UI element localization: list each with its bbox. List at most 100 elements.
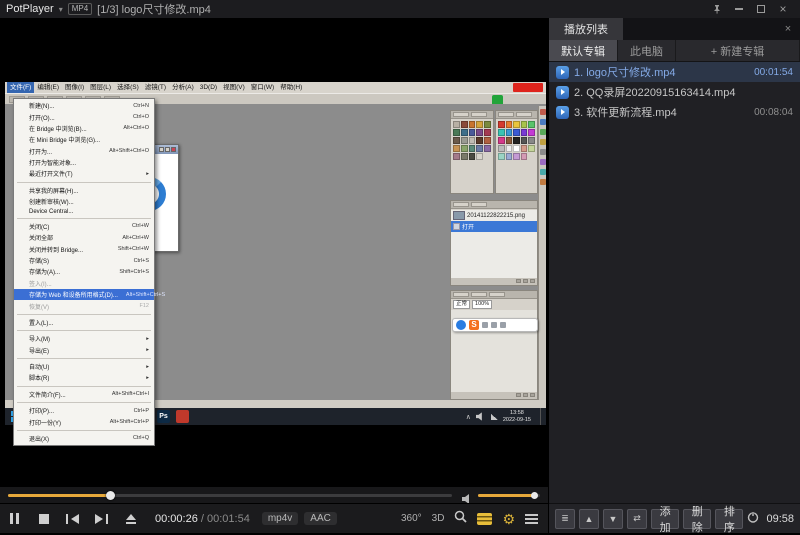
delete-button[interactable]: 删除 (683, 509, 711, 529)
minimize-button[interactable] (728, 0, 750, 18)
view-3d-button[interactable]: 3D (432, 513, 445, 524)
move-down-button[interactable]: ▼ (603, 509, 623, 529)
maximize-button[interactable] (750, 0, 772, 18)
panel-header (451, 111, 493, 119)
swatch (476, 145, 483, 152)
menu-item: 脚本(R)▸ (14, 372, 154, 383)
app-name[interactable]: PotPlayer (6, 3, 54, 15)
wrench-icon (500, 322, 506, 328)
media-file-icon (556, 86, 569, 99)
pin-icon (712, 4, 722, 14)
stop-button[interactable] (29, 504, 58, 534)
ps-menubar-item: 文件(F) (7, 82, 34, 93)
chevron-down-icon[interactable]: ▾ (59, 5, 63, 14)
ps-menubar-item: 选择(S) (114, 82, 142, 93)
volume-handle[interactable] (531, 492, 538, 499)
video-display[interactable]: 文件(F)编辑(E)图像(I)图层(L)选择(S)滤镜(T)分析(A)3D(D)… (0, 18, 548, 487)
playlist-item-duration: 00:01:54 (754, 67, 793, 78)
playlist-item[interactable]: 1. logo尺寸修改.mp400:01:54 (549, 62, 800, 82)
sort-button[interactable]: 排序 (715, 509, 743, 529)
opacity-value: 100% (472, 300, 492, 309)
network-icon (491, 414, 498, 420)
list-mode-button[interactable]: ≣ (555, 509, 575, 529)
always-on-top-button[interactable] (706, 0, 728, 18)
panel-tab (471, 112, 487, 117)
ps-window-in-video: 文件(F)编辑(E)图像(I)图层(L)选择(S)滤镜(T)分析(A)3D(D)… (5, 82, 546, 408)
menu-item: Device Central... (14, 207, 154, 215)
volume-bar[interactable] (478, 494, 540, 497)
ps-menubar-item: 视图(V) (220, 82, 248, 93)
menu-item-label: 导出(E) (29, 346, 49, 355)
menu-item: 打印一份(Y)Alt+Shift+Ctrl+P (14, 416, 154, 427)
move-up-button[interactable]: ▲ (579, 509, 599, 529)
menu-item-label: 关闭全部 (29, 233, 53, 242)
menu-item-label: 存储(S) (29, 256, 49, 265)
seek-handle[interactable] (106, 491, 115, 500)
settings-button[interactable]: ⚙ (502, 512, 515, 526)
menu-item: 导入(M)▸ (14, 333, 154, 344)
search-button[interactable] (454, 510, 467, 528)
add-button[interactable]: 添加 (651, 509, 679, 529)
panel-close-button[interactable]: × (776, 18, 800, 40)
taskbar-date: 2022-09-15 (503, 417, 531, 424)
taskbar-clock: 13:58 2022-09-15 (503, 410, 531, 423)
previous-button[interactable] (58, 504, 87, 534)
menu-item-label: 退出(X) (29, 434, 49, 443)
panel-footer (451, 392, 537, 399)
view-360-button[interactable]: 360° (401, 513, 422, 524)
swatch (528, 137, 535, 144)
playlist-item[interactable]: 3. 软件更新流程.mp400:08:04 (549, 102, 800, 122)
pause-button[interactable] (0, 504, 29, 534)
panel-icon (540, 109, 546, 115)
ps-swatches-panel-a (450, 110, 494, 194)
tray-caret-icon: ∧ (466, 413, 471, 421)
panel-tab (489, 292, 505, 297)
menu-button[interactable] (525, 514, 538, 524)
window-controls: × (706, 0, 794, 18)
window-title: [1/3] logo尺寸修改.mp4 (97, 1, 211, 17)
layers-options-row: 正常 100% (451, 299, 537, 309)
swatch (506, 129, 513, 136)
swatch (453, 129, 460, 136)
panel-header (451, 201, 537, 209)
mic-icon (491, 322, 497, 328)
swatch (461, 153, 468, 160)
menu-item: 在 Bridge 中浏览(B)...Alt+Ctrl+O (14, 123, 154, 134)
open-media-button[interactable] (116, 504, 145, 534)
next-icon (95, 514, 103, 524)
history-list: 20141122822215.png 打开 (451, 210, 537, 278)
swatch (521, 129, 528, 136)
album-tab[interactable]: 默认专辑 (549, 40, 618, 61)
menu-item: 关闭全部Alt+Ctrl+W (14, 232, 154, 243)
shuffle-button[interactable]: ⇄ (627, 509, 647, 529)
input-method-toolbar: S (452, 318, 538, 332)
album-tab[interactable]: + 新建专辑 (676, 40, 800, 61)
playlist-item-title: 3. 软件更新流程.mp4 (574, 104, 749, 120)
close-button[interactable]: × (772, 0, 794, 18)
next-button[interactable] (87, 504, 116, 534)
swatch (498, 121, 505, 128)
menu-item-shortcut: ▸ (146, 336, 149, 342)
menu-item-shortcut: Shift+Ctrl+S (119, 269, 149, 275)
sogou-icon: S (469, 320, 479, 330)
menu-item-label: 最近打开文件(T) (29, 169, 73, 178)
history-item-file: 20141122822215.png (451, 210, 537, 221)
subtitle-button[interactable] (477, 513, 492, 525)
play-glyph-icon (561, 109, 565, 115)
history-filename: 20141122822215.png (467, 213, 525, 219)
menu-item-shortcut: ▸ (146, 171, 149, 177)
tab-playlist[interactable]: 播放列表 (549, 18, 623, 40)
menu-item: 打开为...Alt+Shift+Ctrl+O (14, 146, 154, 157)
panel-icon (540, 149, 546, 155)
album-tab[interactable]: 此电脑 (618, 40, 676, 61)
power-button[interactable] (747, 510, 759, 528)
history-step-icon (453, 223, 460, 230)
menu-item-label: 置入(L)... (29, 318, 53, 327)
prev-icon (71, 514, 79, 524)
video-codec-badge: mp4v (262, 512, 298, 525)
swatch (506, 153, 513, 160)
playlist-item[interactable]: 2. QQ录屏20220915163414.mp4 (549, 82, 800, 102)
menu-item: 恢复(V)F12 (14, 300, 154, 311)
seek-bar[interactable] (8, 494, 452, 497)
red-banner-icon (513, 83, 543, 92)
